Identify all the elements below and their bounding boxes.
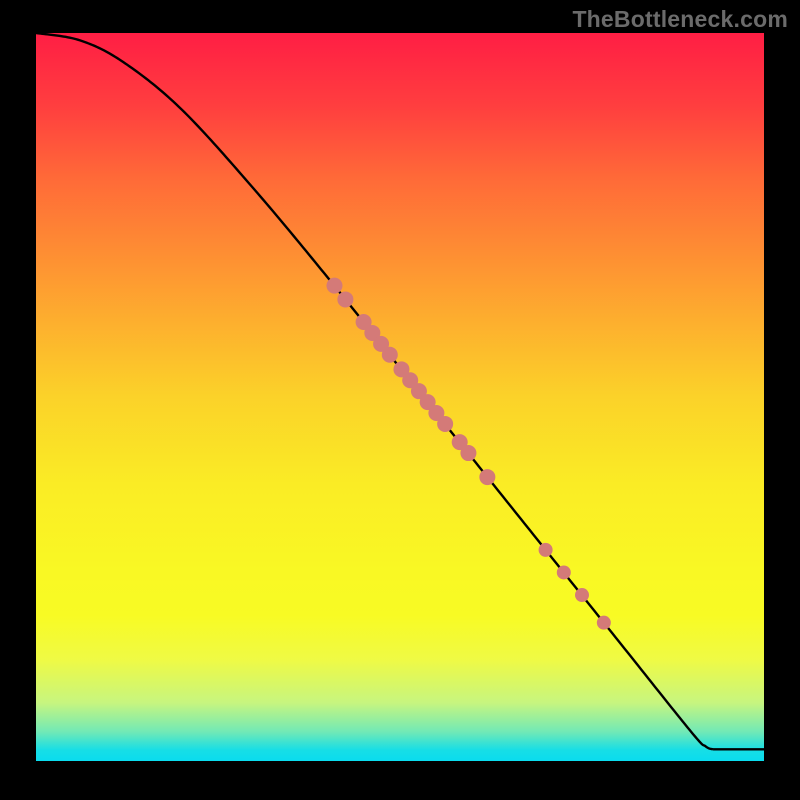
data-point	[575, 588, 589, 602]
watermark-text: TheBottleneck.com	[572, 6, 788, 33]
data-point	[460, 445, 476, 461]
bottleneck-curve	[36, 33, 713, 749]
data-points	[326, 278, 610, 630]
data-point	[597, 616, 611, 630]
data-point	[337, 291, 353, 307]
data-point	[437, 416, 453, 432]
data-point	[539, 543, 553, 557]
data-point	[479, 469, 495, 485]
chart-svg	[36, 33, 764, 761]
data-point	[382, 347, 398, 363]
data-point	[326, 278, 342, 294]
data-point	[557, 565, 571, 579]
